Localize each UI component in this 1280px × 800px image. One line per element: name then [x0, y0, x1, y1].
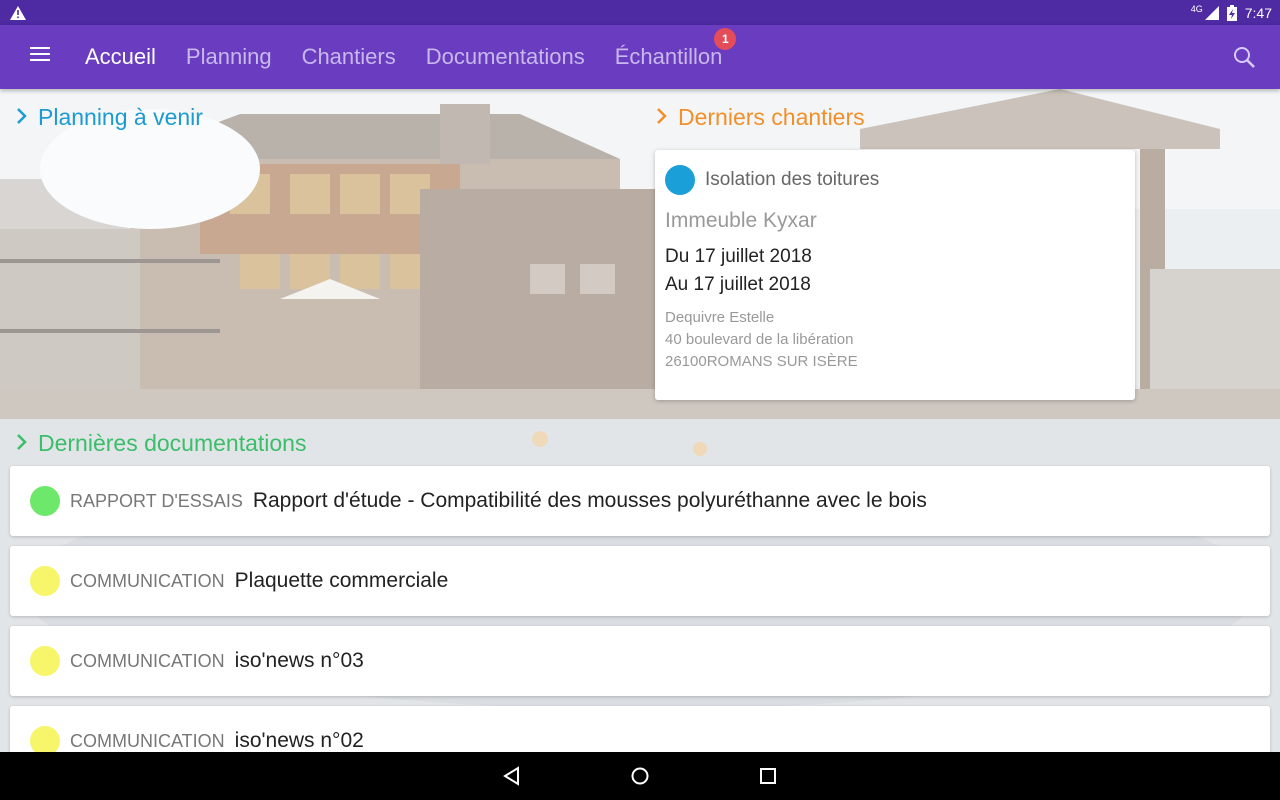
category-dot: [30, 566, 60, 596]
signal-icon: [1204, 5, 1219, 20]
recents-icon[interactable]: [756, 764, 780, 788]
date-to: Au 17 juillet 2018: [665, 274, 811, 295]
doc-title: Plaquette commerciale: [234, 569, 449, 592]
chantier-type: Isolation des toitures: [705, 169, 880, 190]
date-from: Du 17 juillet 2018: [665, 246, 812, 267]
status-bar: 4G 7:47: [0, 0, 1280, 25]
chevron-right-icon: [656, 104, 668, 131]
doc-category: COMMUNICATION: [70, 650, 225, 671]
status-dot: [665, 165, 695, 195]
app-bar: Accueil Planning Chantiers Documentation…: [0, 25, 1280, 89]
address-line-1: 40 boulevard de la libération: [665, 331, 854, 348]
chantier-dates: Du 17 juillet 2018 Au 17 juillet 2018: [665, 243, 1125, 299]
contact-name: Dequivre Estelle: [665, 309, 775, 326]
chevron-right-icon: [16, 104, 28, 131]
tab-echantillon-label: Échantillon: [614, 44, 723, 69]
chantier-card-header: Isolation des toitures: [665, 165, 1125, 195]
tab-planning[interactable]: Planning: [186, 44, 272, 70]
documentations-title-label: Dernières documentations: [38, 430, 307, 456]
address-line-2: 26100ROMANS SUR ISÈRE: [665, 353, 858, 370]
documentations-section-title[interactable]: Dernières documentations: [16, 430, 306, 457]
planning-section-title[interactable]: Planning à venir: [16, 104, 203, 131]
chevron-right-icon: [16, 430, 28, 457]
status-indicators: 4G 7:47: [1190, 3, 1272, 21]
chantier-card[interactable]: Isolation des toitures Immeuble Kyxar Du…: [655, 150, 1135, 400]
battery-charging-icon: [1226, 4, 1237, 21]
doc-title: iso'news n°02: [234, 729, 364, 752]
doc-category: COMMUNICATION: [70, 570, 225, 591]
back-icon[interactable]: [500, 764, 524, 788]
category-dot: [30, 646, 60, 676]
menu-icon[interactable]: [30, 47, 50, 67]
network-type: 4G: [1190, 3, 1203, 14]
planning-title-label: Planning à venir: [38, 104, 203, 130]
list-item[interactable]: RAPPORT D'ESSAIS Rapport d'étude - Compa…: [10, 466, 1270, 536]
navigation-bar: [0, 752, 1280, 800]
category-dot: [30, 486, 60, 516]
tab-accueil[interactable]: Accueil: [85, 44, 156, 70]
list-item[interactable]: COMMUNICATION Plaquette commerciale: [10, 546, 1270, 616]
doc-title: Rapport d'étude - Compatibilité des mous…: [252, 489, 927, 512]
tab-bar: Accueil Planning Chantiers Documentation…: [85, 25, 752, 89]
chantiers-title-label: Derniers chantiers: [678, 104, 865, 130]
chantier-name: Immeuble Kyxar: [665, 209, 817, 232]
doc-title: iso'news n°03: [234, 649, 364, 672]
tab-chantiers[interactable]: Chantiers: [302, 44, 396, 70]
chantiers-section-title[interactable]: Derniers chantiers: [656, 104, 865, 131]
search-icon[interactable]: [1232, 45, 1256, 69]
doc-category: RAPPORT D'ESSAIS: [70, 490, 243, 511]
tab-echantillon[interactable]: Échantillon 1: [614, 28, 737, 70]
status-time: 7:47: [1244, 4, 1272, 21]
warning-icon: [10, 5, 26, 20]
doc-category: COMMUNICATION: [70, 730, 225, 751]
list-item[interactable]: COMMUNICATION iso'news n°03: [10, 626, 1270, 696]
tab-documentations[interactable]: Documentations: [426, 44, 585, 70]
notification-badge: 1: [714, 28, 737, 50]
home-icon[interactable]: [628, 764, 652, 788]
